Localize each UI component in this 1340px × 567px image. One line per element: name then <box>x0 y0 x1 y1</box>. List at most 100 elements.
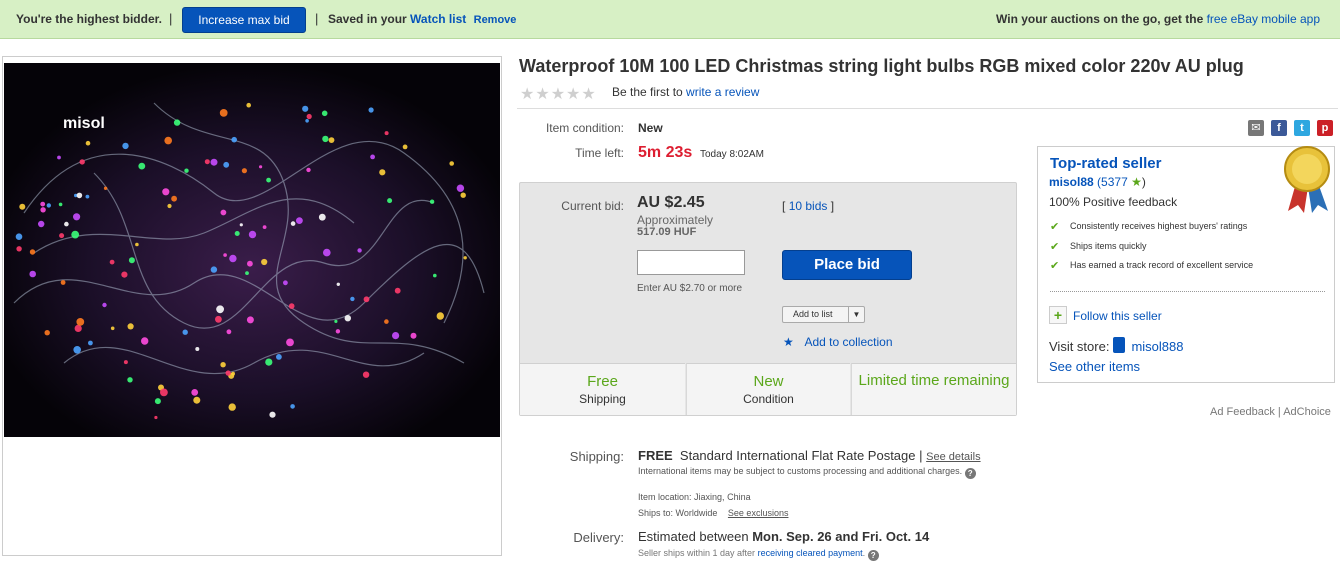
end-time: Today 8:02AM <box>700 149 764 160</box>
seller-check: ✔ Consistently receives highest buyers' … <box>1050 221 1280 233</box>
ships-to: Ships to: Worldwide See exclusions <box>638 508 788 518</box>
delivery-prefix: Estimated between <box>638 529 749 544</box>
ships-to-label: Ships to: <box>638 508 674 518</box>
time-left-value: 5m 23s <box>638 144 693 161</box>
add-to-collection[interactable]: ★ Add to collection <box>783 335 893 349</box>
follow-seller[interactable]: + Follow this seller <box>1049 306 1162 324</box>
shipping-method: Standard International Flat Rate Postage <box>679 448 916 463</box>
feature-big: New <box>753 373 784 390</box>
add-to-list-label: Add to list <box>793 309 833 319</box>
mobile-app-promo: Win your auctions on the go, get the fre… <box>996 12 1320 26</box>
watchlist-status: Saved in your Watch list Remove <box>328 12 516 26</box>
feature-small: Shipping <box>579 392 626 406</box>
delivery-dates: Mon. Sep. 26 and Fri. Oct. 14 <box>752 529 930 544</box>
bid-hint: Enter AU $2.70 or more <box>637 283 743 294</box>
mobile-app-link[interactable]: free eBay mobile app <box>1207 12 1320 26</box>
separator: | <box>1277 406 1281 418</box>
bracket-close: ] <box>830 199 835 213</box>
review-prefix: Be the first to <box>612 85 683 99</box>
separator: | <box>169 11 173 26</box>
watermark-text: misol <box>63 115 105 132</box>
feature-big: Limited time remaining <box>858 372 1010 389</box>
checkmark-icon: ✔ <box>1050 260 1060 272</box>
visit-store-label: Visit store: <box>1049 339 1110 354</box>
highest-bidder-status: You're the highest bidder. <box>16 12 162 26</box>
seller-check-text: Has earned a track record of excellent s… <box>1070 260 1254 270</box>
item-location: Item location: Jiaxing, China <box>638 492 751 502</box>
bid-history-link[interactable]: 10 bids <box>789 199 828 213</box>
store-icon <box>1113 337 1126 353</box>
time-left-label: Time left: <box>575 146 624 160</box>
feature-limited-time: Limited time remaining <box>851 363 1016 415</box>
delivery-label: Delivery: <box>573 530 624 545</box>
item-photo[interactable]: misol <box>4 63 500 437</box>
seller-check-text: Ships items quickly <box>1070 241 1147 251</box>
help-icon[interactable]: ? <box>964 468 976 479</box>
twitter-icon[interactable]: t <box>1294 120 1310 136</box>
checkmark-icon: ✔ <box>1050 221 1060 233</box>
add-to-collection-link[interactable]: Add to collection <box>804 335 892 349</box>
seller-name-link[interactable]: misol88 <box>1049 175 1094 189</box>
shipping-free: FREE <box>638 448 673 463</box>
store-link[interactable]: misol888 <box>1131 339 1183 354</box>
separator: | <box>315 11 319 26</box>
approximately-label: Approximately <box>637 213 714 227</box>
converted-price: 517.09 HUF <box>637 226 697 238</box>
seller-panel: Top-rated seller misol88 (5377 ★) 100% P… <box>1037 146 1335 383</box>
see-details-link[interactable]: See details <box>926 451 980 463</box>
email-icon[interactable]: ✉ <box>1248 120 1264 136</box>
feedback-count[interactable]: (5377 <box>1097 175 1128 189</box>
remove-link[interactable]: Remove <box>474 14 517 26</box>
feedback-star-icon: ★ <box>1127 175 1142 189</box>
customs-note-text: International items may be subject to cu… <box>638 466 963 476</box>
place-bid-button[interactable]: Place bid <box>782 250 912 280</box>
top-rated-medal-icon <box>1284 146 1330 213</box>
cleared-payment-link[interactable]: receiving cleared payment <box>758 548 863 558</box>
visit-store: Visit store: misol888 <box>1049 337 1183 354</box>
saved-prefix: Saved in your <box>328 12 407 26</box>
divider <box>517 108 1338 109</box>
help-icon[interactable]: ? <box>867 550 879 561</box>
current-bid-label: Current bid: <box>561 199 624 213</box>
feature-free-shipping: Free Shipping <box>520 363 685 415</box>
watch-list-link[interactable]: Watch list <box>410 12 466 26</box>
seller-name: misol88 <box>1049 175 1094 189</box>
customs-note: International items may be subject to cu… <box>638 466 978 479</box>
feedback-close: ) <box>1141 175 1146 189</box>
item-location-value: Jiaxing, China <box>694 492 751 502</box>
pinterest-icon[interactable]: p <box>1317 120 1333 136</box>
star-icon: ★ <box>783 335 794 349</box>
seller-info: misol88 (5377 ★) <box>1049 175 1146 189</box>
seller-check: ✔ Ships items quickly <box>1050 241 1280 253</box>
shipping-value: FREE Standard International Flat Rate Po… <box>638 448 981 463</box>
feature-big: Free <box>587 373 618 390</box>
bid-amount-input[interactable] <box>637 250 745 275</box>
top-rated-seller-heading: Top-rated seller <box>1050 155 1162 172</box>
facebook-icon[interactable]: f <box>1271 120 1287 136</box>
seller-check: ✔ Has earned a track record of excellent… <box>1050 260 1280 272</box>
divider <box>1050 291 1325 292</box>
ad-links: Ad Feedback | AdChoice <box>1210 406 1331 418</box>
ad-feedback-link[interactable]: Ad Feedback <box>1210 406 1275 418</box>
separator: | <box>919 448 923 463</box>
item-location-label: Item location: <box>638 492 692 502</box>
increase-max-bid-button[interactable]: Increase max bid <box>182 7 306 33</box>
adchoice-link[interactable]: AdChoice <box>1283 406 1331 418</box>
checkmark-icon: ✔ <box>1050 241 1060 253</box>
chevron-down-icon[interactable]: ▼ <box>848 307 864 322</box>
write-review-link[interactable]: write a review <box>686 85 759 99</box>
see-other-items-link[interactable]: See other items <box>1049 359 1140 374</box>
condition-value: New <box>638 121 663 135</box>
seller-check-text: Consistently receives highest buyers' ra… <box>1070 221 1248 231</box>
follow-seller-link[interactable]: Follow this seller <box>1073 309 1162 323</box>
bracket-open: [ <box>782 199 786 213</box>
add-to-list-button[interactable]: Add to list ▼ <box>782 306 865 323</box>
notification-bar: You're the highest bidder. | Increase ma… <box>0 0 1340 39</box>
item-title: Waterproof 10M 100 LED Christmas string … <box>519 56 1244 76</box>
see-exclusions-link[interactable]: See exclusions <box>728 508 789 518</box>
ships-to-value: Worldwide <box>675 508 718 518</box>
mobile-text: Win your auctions on the go, get the <box>996 12 1204 26</box>
rating-stars-icon: ★★★★★ <box>520 86 597 103</box>
plus-icon: + <box>1049 306 1067 324</box>
review-prompt: Be the first to write a review <box>612 85 759 99</box>
